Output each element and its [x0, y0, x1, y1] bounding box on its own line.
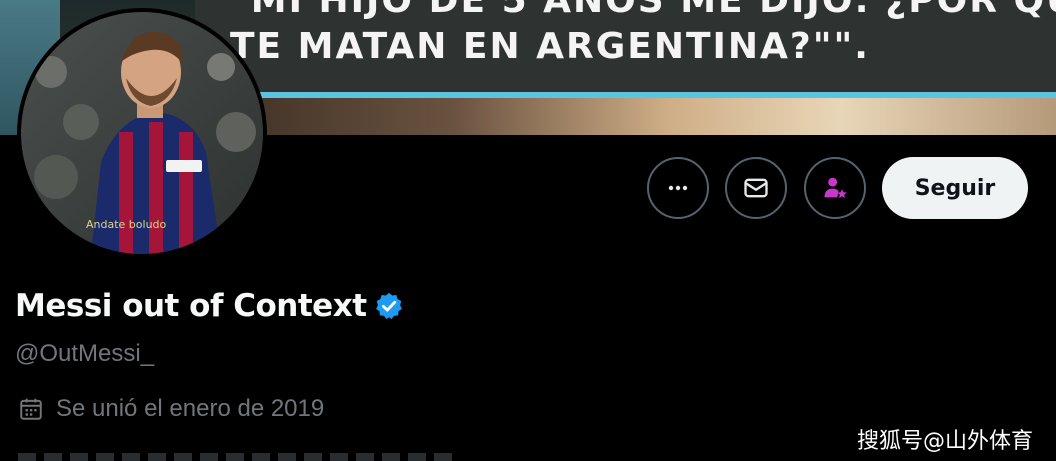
name-row: Messi out of Context: [15, 288, 404, 324]
banner-caption-line-2: TE MATAN EN ARGENTINA?"".: [230, 26, 870, 67]
display-name: Messi out of Context: [15, 288, 367, 324]
more-button[interactable]: [647, 157, 709, 219]
banner-floor: [195, 98, 1056, 135]
envelope-icon: [744, 178, 768, 198]
verified-badge-icon[interactable]: [374, 291, 404, 321]
joined-date: Se unió el enero de 2019: [18, 395, 324, 423]
user-handle: @OutMessi_: [15, 340, 155, 367]
calendar-icon: [18, 396, 44, 422]
joined-text: Se unió el enero de 2019: [56, 395, 325, 422]
cut-off-stats-row: [18, 453, 458, 461]
watermark: 搜狐号@山外体育: [857, 429, 1034, 454]
more-horizontal-icon: [668, 185, 688, 191]
avatar-caption: Andate boludo: [86, 218, 167, 231]
message-button[interactable]: [725, 157, 787, 219]
person-star-icon: [824, 177, 847, 199]
subscribe-button[interactable]: [804, 157, 866, 219]
follow-button[interactable]: Seguir: [882, 157, 1028, 219]
banner-caption-line-1: "MI HIJO DE 5 AÑOS ME DIJO: ¿POR QUÉ: [230, 0, 1056, 21]
